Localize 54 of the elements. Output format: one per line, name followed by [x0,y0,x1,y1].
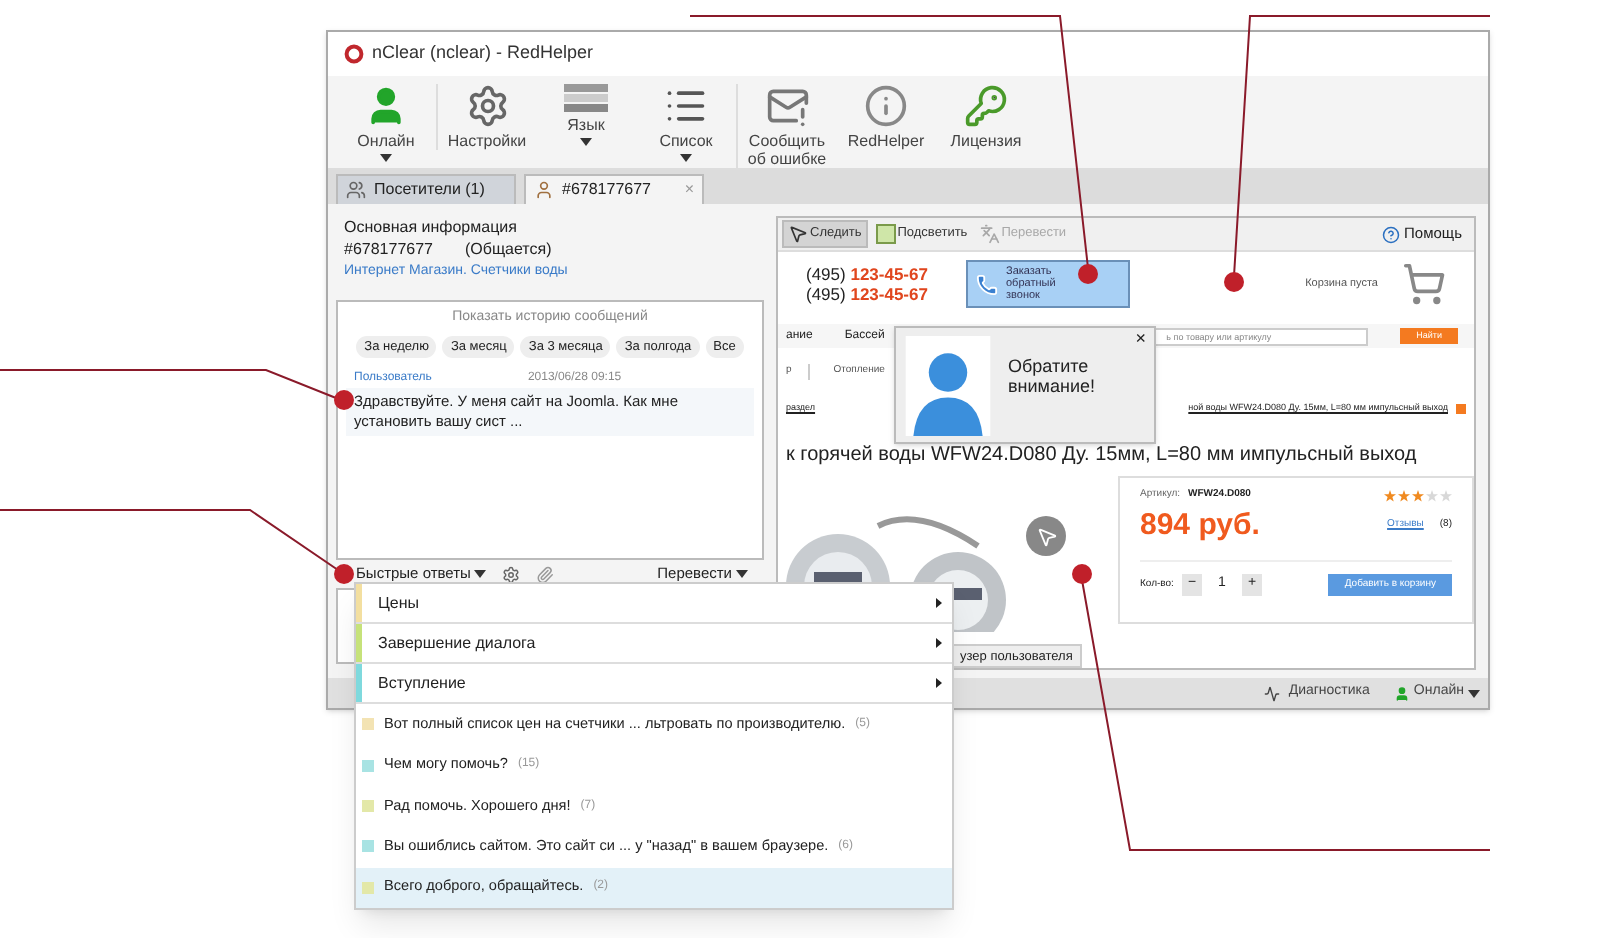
cursor-icon [1035,525,1057,547]
key-icon [964,84,1008,128]
badge-icon [1456,403,1466,413]
submenu-arrow-icon [936,678,942,688]
price: 894 руб. [1140,505,1260,545]
toolbar-button[interactable]: Язык [536,84,636,146]
tab-label: #678177677 [562,178,651,202]
help-icon [1382,225,1401,243]
menu-item[interactable]: Вступление [356,664,952,704]
caret-icon [1468,689,1480,697]
user-icon [1393,685,1410,701]
toolbar-button[interactable]: Настройки [436,84,536,150]
toolbar-button[interactable]: Онлайн [336,84,436,162]
window-title: nClear (nclear) - RedHelper [372,40,594,67]
menu-label: Вступление [378,671,466,695]
grid-icon [875,224,896,244]
caret-icon [736,570,748,578]
menu-item[interactable]: Завершение диалога [356,624,952,664]
menu-label: Цены [378,591,420,615]
cart-icon[interactable] [1402,262,1446,306]
info-heading: Основная информация [344,216,519,238]
bars-icon [564,84,608,112]
user-icon [534,180,554,200]
toolbar-button[interactable]: Сообщить об ошибке [736,84,836,168]
ring-logo-icon [344,44,364,64]
visitor-status: (Общается) [465,238,552,260]
tab[interactable]: Посетители (1) [336,174,516,204]
users-icon [346,180,366,200]
tab[interactable]: #678177677 × [524,174,704,204]
visitor-id: #678177677 [344,238,433,260]
phone-number: (495) 123-45-67 [806,264,930,284]
menu-label: Завершение диалога [378,631,536,655]
close-button[interactable]: × [1135,330,1146,348]
avatar-icon [904,336,992,436]
submenu-arrow-icon [936,598,942,608]
cursor-icon [788,224,808,244]
submenu-arrow-icon [936,638,942,648]
settings-icon[interactable] [502,565,521,583]
toolbar-button[interactable]: Лицензия [936,84,1036,150]
toolbar-button[interactable]: Список [636,84,736,162]
phone-number: (495) 123-45-67 [806,284,930,304]
caret-icon [474,570,487,578]
tab-label: Посетители (1) [374,178,485,202]
info-icon [864,84,908,128]
paperclip-icon[interactable] [536,565,555,583]
notice-text: Обратите внимание! [1008,356,1097,400]
diagnostics-icon [1264,685,1281,701]
phone-icon [976,273,998,295]
settings-icon [465,84,509,128]
toolbar-button[interactable]: RedHelper [836,84,936,150]
product-title: к горячей воды WFW24.D080 Ду. 15мм, L=80 мм импульсный выход [784,444,1419,468]
menu-item[interactable]: Цены [356,584,952,624]
translate-icon [979,224,1000,244]
mail-warning-icon [765,84,809,128]
